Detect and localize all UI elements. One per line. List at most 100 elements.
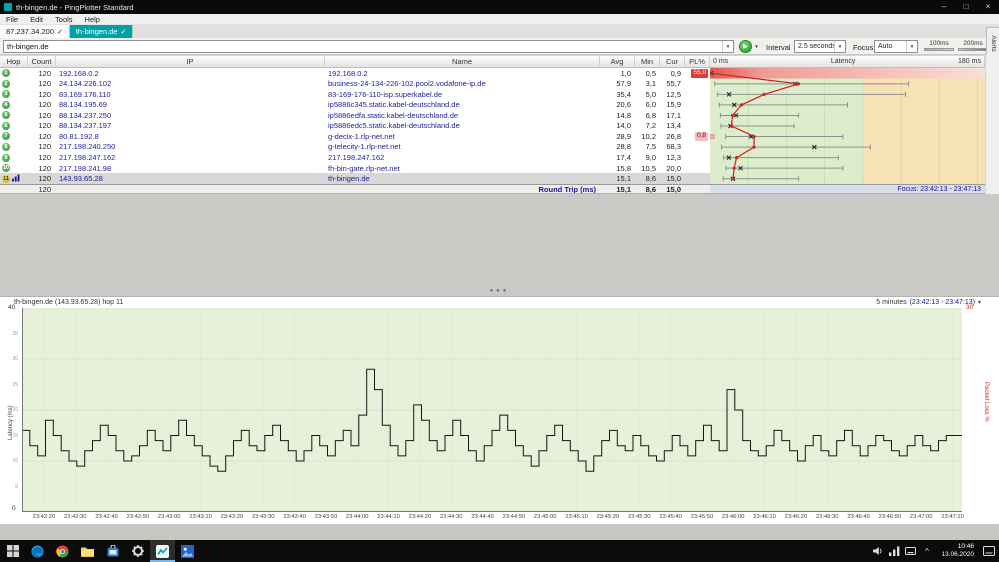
tab-87-237-34-200[interactable]: 87.237.34.200✓ — [0, 25, 70, 38]
x-axis-tick-label: 23:43:50 — [315, 514, 338, 520]
taskbar-icon-chrome[interactable] — [50, 540, 75, 562]
x-axis-tick-label: 23:46:20 — [785, 514, 808, 520]
chevron-down-icon[interactable]: ▾ — [978, 299, 981, 306]
hop-packet-loss — [685, 100, 710, 111]
hop-number-badge: 7 — [2, 132, 10, 140]
hop-name: ip5886c345.static.kabel-deutschland.de — [325, 100, 600, 111]
hop-number-badge: 1 — [2, 69, 10, 77]
hop-number-badge: 6 — [2, 122, 10, 130]
hop-number-badge: 9 — [2, 154, 10, 162]
hop-count: 120 — [28, 152, 56, 163]
hop-count: 120 — [28, 142, 56, 153]
header-hop[interactable]: Hop — [0, 56, 28, 67]
summary-min: 8,6 — [635, 185, 660, 193]
tray-tray-expand-icon[interactable]: ^ — [919, 540, 934, 562]
x-axis-tick-label: 23:46:10 — [753, 514, 776, 520]
hop-number-badge: 5 — [2, 111, 10, 119]
summary-count: 120 — [28, 185, 56, 193]
tray-keyboard-icon[interactable] — [903, 540, 918, 562]
menu-item-tools[interactable]: Tools — [49, 15, 79, 24]
x-axis-tick-label: 23:42:20 — [33, 514, 56, 520]
play-button[interactable]: ▶ — [739, 40, 752, 53]
y-axis-tick-label: 15 — [0, 433, 18, 439]
x-axis-tick-label: 23:43:00 — [158, 514, 181, 520]
latency-scale-max: 180 ms — [958, 58, 981, 65]
hop-cell: 5 — [0, 110, 28, 121]
taskbar-icon-edge[interactable] — [25, 540, 50, 562]
tab-check-icon: ✓ — [57, 28, 63, 36]
hop-count: 120 — [28, 89, 56, 100]
hop-min: 6,8 — [635, 110, 660, 121]
hop-packet-loss — [685, 79, 710, 90]
interval-label: Interval — [766, 43, 791, 52]
hop-min: 5,0 — [635, 89, 660, 100]
x-axis-tick-label: 23:44:10 — [377, 514, 400, 520]
hop-cell: 8 — [0, 142, 28, 153]
taskbar-icon-start[interactable] — [0, 540, 25, 562]
header-avg[interactable]: Avg — [600, 56, 635, 67]
tab-check-icon: ✓ — [121, 28, 127, 36]
tab-label: 87.237.34.200 — [6, 27, 54, 36]
panel-splitter-handle[interactable]: ●●● — [0, 288, 999, 294]
minimize-button[interactable]: – — [933, 0, 955, 14]
taskbar-icon-file-explorer[interactable] — [75, 540, 100, 562]
header-name[interactable]: Name — [325, 56, 600, 67]
hop-cell: 7 — [0, 131, 28, 142]
hop-min: 8,6 — [635, 173, 660, 184]
right-edge-strip — [985, 55, 999, 194]
hop-packet-loss: 55,0 — [685, 68, 710, 79]
play-dropdown-icon[interactable]: ▼ — [752, 44, 761, 49]
taskbar-icon-store[interactable] — [100, 540, 125, 562]
focus-select[interactable]: Auto ▼ — [874, 40, 918, 53]
hop-cell: 11 — [0, 173, 28, 184]
interval-select[interactable]: 2.5 seconds ▼ — [794, 40, 846, 53]
y-axis-tick-label: 20 — [0, 407, 18, 413]
header-cur[interactable]: Cur — [660, 56, 685, 67]
tab-th-bingen-de[interactable]: th-bingen.de✓ — [70, 25, 134, 38]
hop-min: 10,2 — [635, 131, 660, 142]
hop-cell: 1 — [0, 68, 28, 79]
maximize-button[interactable]: □ — [955, 0, 977, 14]
taskbar-icon-pingplotter[interactable] — [150, 540, 175, 562]
legend-100ms-bar — [924, 48, 954, 51]
close-button[interactable]: × — [977, 0, 999, 14]
header-pl[interactable]: PL% — [685, 56, 710, 67]
tray-volume-icon[interactable] — [871, 540, 886, 562]
taskbar: ^ 10:46 13.06.2020 — [0, 540, 999, 562]
interval-dropdown-icon[interactable]: ▼ — [834, 41, 845, 52]
hop-cell: 6 — [0, 121, 28, 132]
notification-center-icon[interactable] — [981, 540, 997, 562]
x-axis-tick-label: 23:42:50 — [127, 514, 150, 520]
legend-200ms-bar — [958, 48, 988, 51]
header-ip[interactable]: IP — [56, 56, 325, 67]
hop-packet-loss — [685, 163, 710, 174]
hop-avg: 15,8 — [600, 163, 635, 174]
x-axis-tick-label: 23:47:00 — [910, 514, 933, 520]
taskbar-clock[interactable]: 10:46 13.06.2020 — [941, 543, 974, 559]
taskbar-icon-photos[interactable] — [175, 540, 200, 562]
hop-cur: 15,9 — [660, 100, 685, 111]
menu-item-help[interactable]: Help — [79, 15, 106, 24]
y-axis-max-label: 40 — [8, 304, 15, 311]
hop-name: th-bingen.de — [325, 173, 600, 184]
hop-ip: 88.134.195.69 — [56, 100, 325, 111]
menu-item-edit[interactable]: Edit — [24, 15, 49, 24]
menu-item-file[interactable]: File — [0, 15, 24, 24]
clock-date: 13.06.2020 — [941, 551, 974, 559]
packet-loss-axis-title: Packet Loss % — [983, 382, 989, 422]
header-min[interactable]: Min — [635, 56, 660, 67]
hop-ip: 88.134.237.250 — [56, 110, 325, 121]
taskbar-icon-settings[interactable] — [125, 540, 150, 562]
focus-dropdown-icon[interactable]: ▼ — [906, 41, 917, 52]
target-input[interactable] — [4, 41, 722, 52]
header-count[interactable]: Count — [28, 56, 56, 67]
tray-network-icon[interactable] — [887, 540, 902, 562]
graph-indicator-icon — [12, 174, 20, 184]
target-dropdown-icon[interactable]: ▼ — [722, 41, 733, 52]
hop-cur: 68,3 — [660, 142, 685, 153]
summary-ip-spacer — [56, 185, 325, 193]
header-latency[interactable]: 0 ms Latency 180 ms — [710, 56, 985, 67]
y-axis-tick-label: 10 — [0, 458, 18, 464]
title-bar: th-bingen.de - PingPlotter Standard – □ … — [0, 0, 999, 14]
summary-avg: 15,1 — [600, 185, 635, 193]
